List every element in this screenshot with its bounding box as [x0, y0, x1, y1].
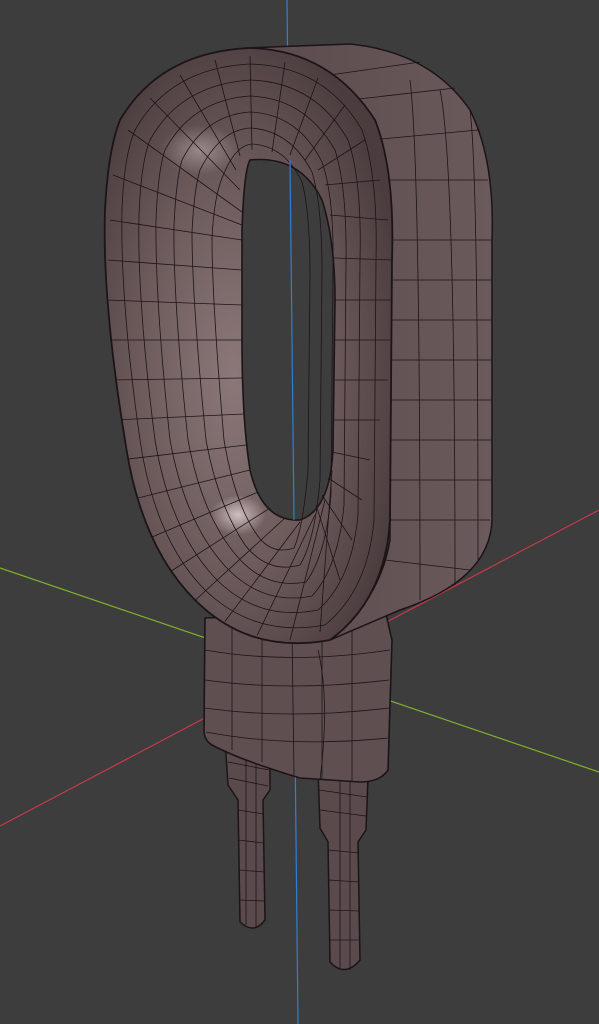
- viewport-canvas[interactable]: [0, 0, 599, 1024]
- pin-right[interactable]: [317, 769, 369, 971]
- ring-front[interactable]: [103, 47, 394, 645]
- pin-left[interactable]: [224, 739, 271, 929]
- 3d-viewport[interactable]: [0, 0, 599, 1024]
- mesh-object[interactable]: [103, 43, 494, 971]
